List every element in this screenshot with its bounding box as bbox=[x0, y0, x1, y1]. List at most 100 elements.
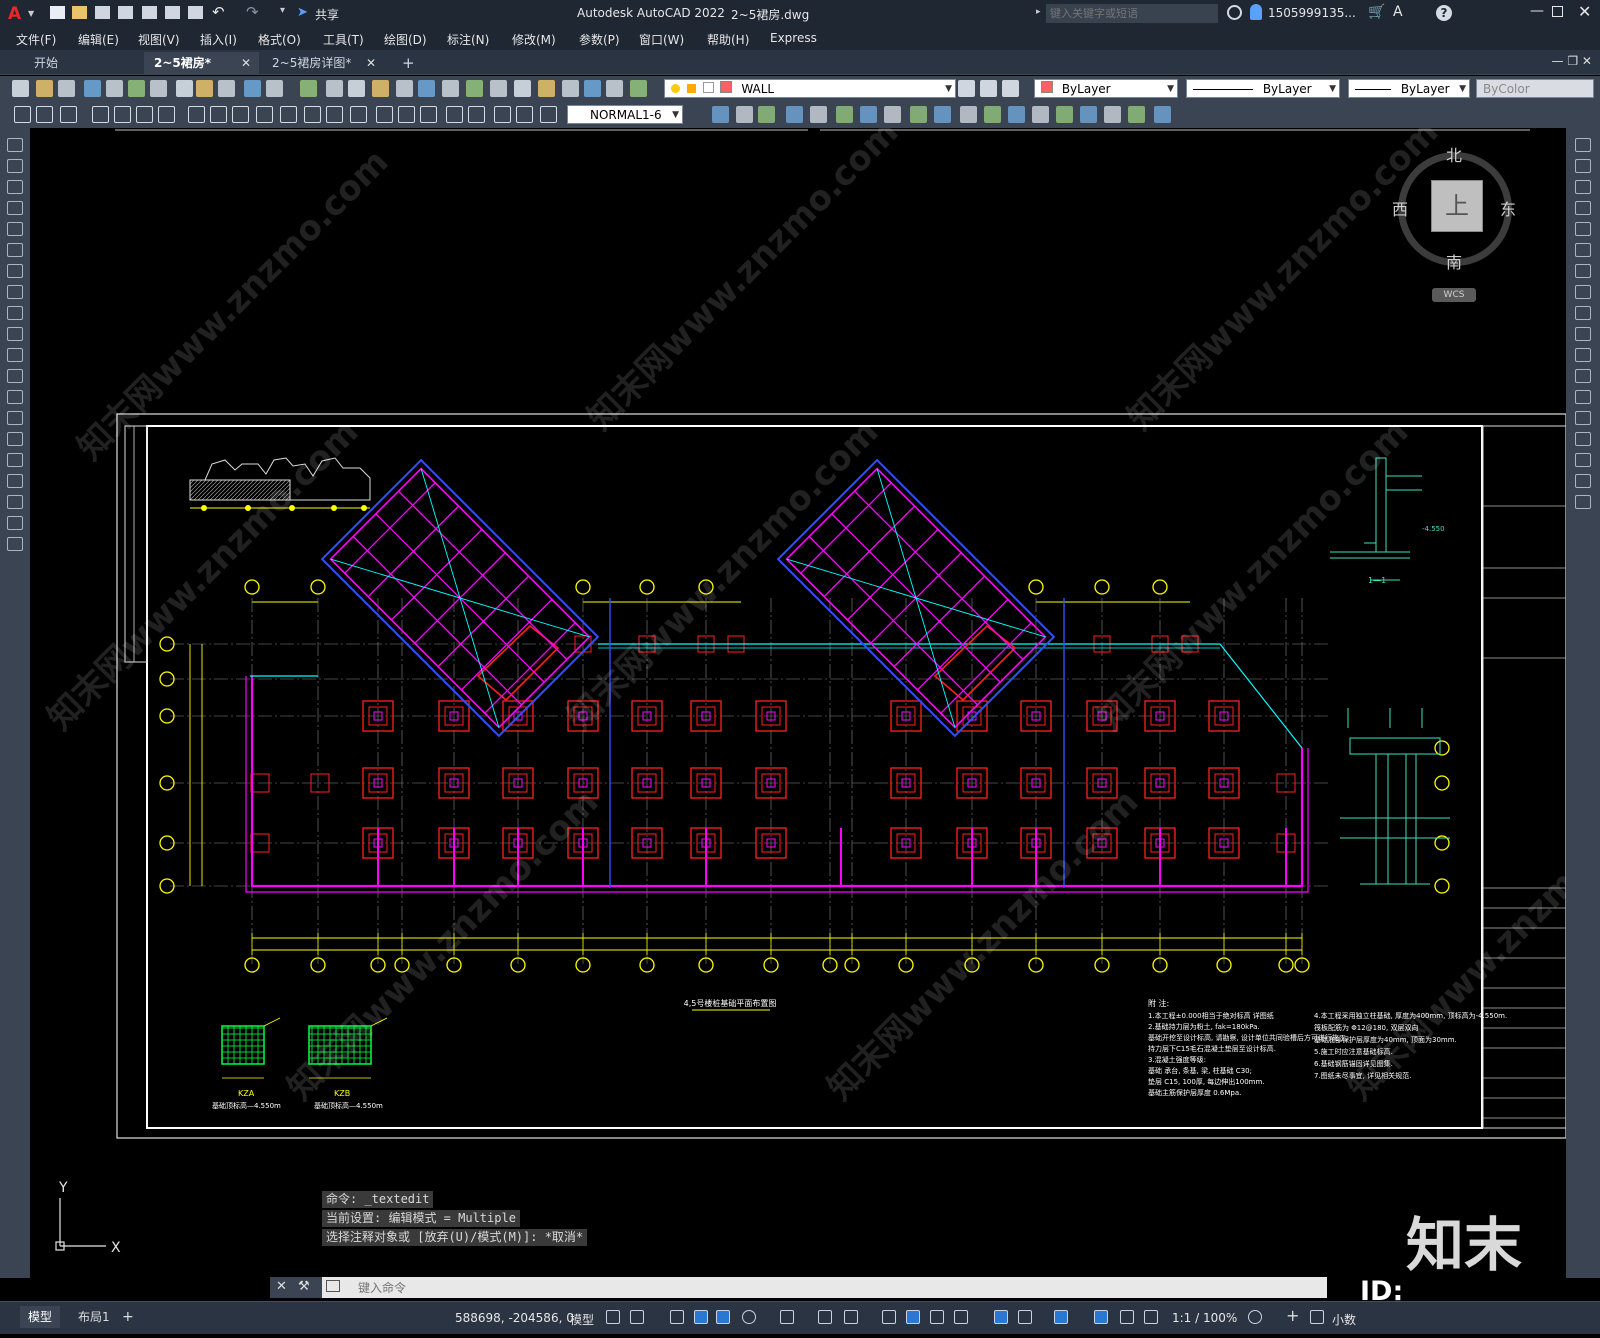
share-label[interactable]: 共享 bbox=[315, 6, 339, 23]
tab-start[interactable]: 开始 bbox=[24, 52, 144, 74]
toolbar-button[interactable] bbox=[348, 80, 365, 97]
plot-icon[interactable] bbox=[188, 6, 203, 19]
dimension-tool-button[interactable] bbox=[92, 106, 109, 123]
dynamic-input-icon[interactable] bbox=[694, 1310, 708, 1324]
polar-icon[interactable] bbox=[742, 1310, 756, 1324]
toolbar-button[interactable] bbox=[12, 80, 29, 97]
tab-model[interactable]: 模型 bbox=[20, 1306, 61, 1328]
isodraft-icon[interactable] bbox=[780, 1310, 794, 1324]
dimstyle-combo[interactable]: NORMAL1-6 ▼ bbox=[567, 105, 683, 124]
toolbar-button[interactable] bbox=[326, 80, 343, 97]
menu-item[interactable]: 工具(T) bbox=[323, 31, 364, 48]
draw-tool-button[interactable] bbox=[7, 264, 23, 278]
draw-tool-button[interactable] bbox=[7, 327, 23, 341]
modify-tool-button[interactable] bbox=[1056, 106, 1073, 123]
toolbar-button[interactable] bbox=[372, 80, 389, 97]
command-input-box[interactable] bbox=[322, 1277, 1327, 1298]
modify-tool-button[interactable] bbox=[736, 106, 753, 123]
modify-tool-button[interactable] bbox=[1575, 495, 1591, 509]
dimension-tool-button[interactable] bbox=[280, 106, 297, 123]
autocad-logo[interactable]: A bbox=[8, 4, 26, 24]
toolbar-button[interactable] bbox=[538, 80, 555, 97]
draw-tool-button[interactable] bbox=[7, 411, 23, 425]
save-icon[interactable] bbox=[95, 6, 110, 19]
toolbar-button[interactable] bbox=[128, 80, 145, 97]
user-name[interactable]: 1505999135... bbox=[1268, 6, 1356, 20]
dimension-tool-button[interactable] bbox=[114, 106, 131, 123]
toolbar-button[interactable] bbox=[244, 80, 261, 97]
menu-item[interactable]: 帮助(H) bbox=[707, 31, 749, 48]
modify-tool-button[interactable] bbox=[1575, 327, 1591, 341]
units-icon[interactable] bbox=[1310, 1310, 1324, 1324]
dimension-tool-button[interactable] bbox=[446, 106, 463, 123]
share-icon[interactable]: ➤ bbox=[297, 5, 308, 20]
layer-tool-button[interactable] bbox=[1002, 80, 1019, 97]
close-icon[interactable]: ✕ bbox=[1578, 2, 1591, 21]
modify-tool-button[interactable] bbox=[884, 106, 901, 123]
modify-tool-button[interactable] bbox=[1575, 369, 1591, 383]
dimension-tool-button[interactable] bbox=[232, 106, 249, 123]
modify-tool-button[interactable] bbox=[1575, 453, 1591, 467]
draw-tool-button[interactable] bbox=[7, 159, 23, 173]
modify-tool-button[interactable] bbox=[1575, 348, 1591, 362]
window-controls-icon[interactable]: — ❐ ✕ bbox=[1552, 54, 1592, 68]
modify-tool-button[interactable] bbox=[860, 106, 877, 123]
color-combo[interactable]: ByLayer ▼ bbox=[1034, 79, 1178, 98]
toolbar-button[interactable] bbox=[84, 80, 101, 97]
modify-tool-button[interactable] bbox=[758, 106, 775, 123]
units-value[interactable]: 小数 bbox=[1332, 1311, 1356, 1328]
draw-tool-button[interactable] bbox=[7, 390, 23, 404]
viewcube-east[interactable]: 东 bbox=[1500, 196, 1516, 220]
lineweight-combo[interactable]: ByLayer ▼ bbox=[1348, 79, 1470, 98]
layer-combo[interactable]: WALL ▼ bbox=[664, 79, 956, 98]
viewcube-west[interactable]: 西 bbox=[1392, 196, 1408, 220]
toolbar-button[interactable] bbox=[396, 80, 413, 97]
menu-item[interactable]: 绘图(D) bbox=[384, 31, 427, 48]
linetype-combo[interactable]: ByLayer ▼ bbox=[1186, 79, 1340, 98]
modify-tool-button[interactable] bbox=[1575, 306, 1591, 320]
user-icon[interactable] bbox=[1250, 4, 1262, 20]
modify-tool-button[interactable] bbox=[1575, 390, 1591, 404]
menu-item[interactable]: 参数(P) bbox=[579, 31, 620, 48]
modify-tool-button[interactable] bbox=[1008, 106, 1025, 123]
modify-tool-button[interactable] bbox=[1154, 106, 1171, 123]
modify-tool-button[interactable] bbox=[1575, 201, 1591, 215]
ortho-icon[interactable] bbox=[716, 1310, 730, 1324]
toolbar-button[interactable] bbox=[218, 80, 235, 97]
annotation-visibility-icon[interactable] bbox=[1094, 1310, 1108, 1324]
close-icon[interactable]: ✕ bbox=[241, 52, 251, 74]
open-icon[interactable] bbox=[72, 6, 87, 19]
coordinates[interactable]: 588698, -204586, 0 bbox=[455, 1311, 574, 1325]
transparency-icon[interactable] bbox=[906, 1310, 920, 1324]
save-as-icon[interactable] bbox=[118, 6, 133, 19]
toolbar-button[interactable] bbox=[106, 80, 123, 97]
draw-tool-button[interactable] bbox=[7, 180, 23, 194]
dimension-tool-button[interactable] bbox=[136, 106, 153, 123]
toolbar-button[interactable] bbox=[176, 80, 193, 97]
dimension-tool-button[interactable] bbox=[158, 106, 175, 123]
modify-tool-button[interactable] bbox=[1575, 285, 1591, 299]
toolbar-button[interactable] bbox=[442, 80, 459, 97]
modify-tool-button[interactable] bbox=[960, 106, 977, 123]
modify-tool-button[interactable] bbox=[1575, 411, 1591, 425]
command-prompt-icon[interactable] bbox=[326, 1280, 340, 1292]
viewcube-top-face[interactable]: 上 bbox=[1431, 180, 1483, 232]
close-icon[interactable]: ✕ bbox=[276, 1279, 287, 1294]
redo-icon[interactable]: ↷ bbox=[246, 3, 259, 21]
menu-item[interactable]: 插入(I) bbox=[200, 31, 237, 48]
toolbar-button[interactable] bbox=[150, 80, 167, 97]
dimension-tool-button[interactable] bbox=[420, 106, 437, 123]
tab-detail[interactable]: 2~5裙房详图* ✕ bbox=[262, 52, 384, 74]
model-space-toggle[interactable]: 模型 bbox=[570, 1311, 594, 1328]
maximize-icon[interactable] bbox=[1552, 6, 1563, 17]
auto-scale-icon[interactable] bbox=[1120, 1310, 1134, 1324]
save-web-icon[interactable] bbox=[165, 6, 180, 19]
search-icon[interactable] bbox=[1227, 5, 1242, 20]
draw-tool-button[interactable] bbox=[7, 306, 23, 320]
chevron-down-icon[interactable]: ▼ bbox=[28, 9, 34, 18]
toolbar-button[interactable] bbox=[196, 80, 213, 97]
toolbar-button[interactable] bbox=[514, 80, 531, 97]
cart-icon[interactable]: 🛒 bbox=[1368, 4, 1385, 20]
menu-item[interactable]: 视图(V) bbox=[138, 31, 180, 48]
lineweight-icon[interactable] bbox=[882, 1310, 896, 1324]
